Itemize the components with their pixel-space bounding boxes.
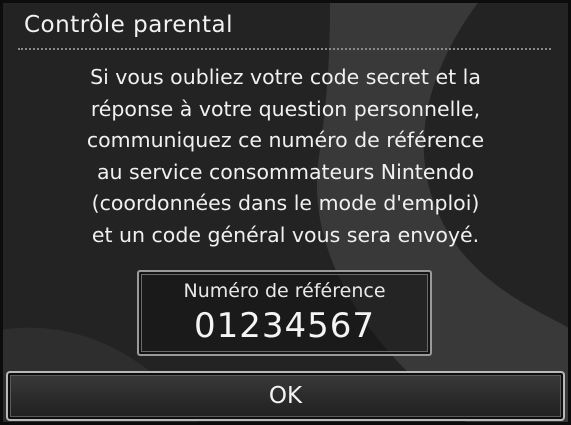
message-line: et un code général vous sera envoyé. [91, 222, 480, 247]
parental-control-screen: Contrôle parental Si vous oubliez votre … [0, 0, 571, 425]
message-line: (coordonnées dans le mode d'emploi) [91, 191, 480, 215]
reference-number-box: Numéro de référence 01234567 [137, 270, 432, 356]
message-line: réponse à votre question personnelle, [90, 96, 481, 121]
reference-number-label: Numéro de référence [183, 280, 386, 302]
message-line: au service consommateurs Nintendo [96, 159, 475, 184]
ok-button[interactable]: OK [6, 371, 565, 421]
reference-number-value: 01234567 [193, 306, 376, 346]
dialog-title: Contrôle parental [24, 12, 233, 38]
dialog-message: Si vous oubliez votre code secret et la … [10, 62, 561, 251]
dialog-content: Contrôle parental Si vous oubliez votre … [0, 0, 571, 425]
message-line: communiquez ce numéro de référence [86, 128, 485, 152]
title-divider [18, 48, 551, 50]
message-line: Si vous oubliez votre code secret et la [90, 65, 481, 89]
